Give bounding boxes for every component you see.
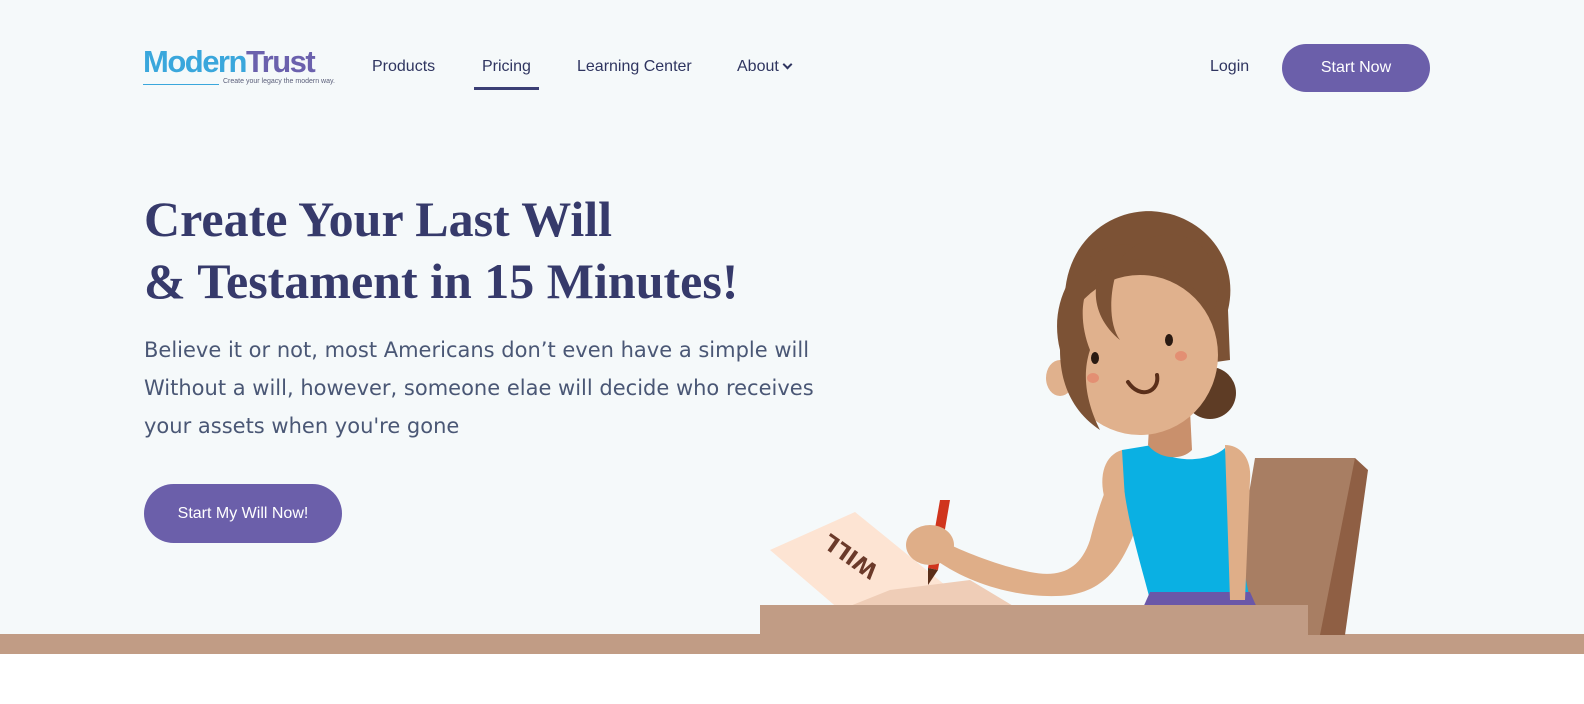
nav-learning-center[interactable]: Learning Center xyxy=(577,57,692,77)
logo-part-modern: Modern xyxy=(143,44,247,79)
desk-shape xyxy=(760,605,1308,635)
eye-icon xyxy=(1165,334,1173,346)
logo-wordmark: ModernTrust xyxy=(143,44,316,79)
nav-active-indicator xyxy=(474,87,539,90)
logo-underline xyxy=(143,84,219,85)
logo-part-trust: Trust xyxy=(245,44,316,79)
nav-about[interactable]: About xyxy=(737,57,793,77)
nav-products[interactable]: Products xyxy=(372,57,435,77)
login-link[interactable]: Login xyxy=(1210,58,1249,76)
hero-title: Create Your Last Will & Testament in 15 … xyxy=(144,188,738,312)
brand-logo[interactable]: ModernTrust Create your legacy the moder… xyxy=(143,45,353,93)
chevron-down-icon xyxy=(782,59,793,70)
hero-title-line2: & Testament in 15 Minutes! xyxy=(144,253,739,309)
start-my-will-button[interactable]: Start My Will Now! xyxy=(144,484,342,543)
hero-title-line1: Create Your Last Will xyxy=(144,191,613,247)
logo-tagline: Create your legacy the modern way. xyxy=(223,78,335,85)
nav-pricing[interactable]: Pricing xyxy=(482,57,531,77)
start-now-button[interactable]: Start Now xyxy=(1282,44,1430,92)
eye-icon xyxy=(1091,352,1099,364)
nav-about-label: About xyxy=(737,58,779,75)
woman-writing-will-illustration: WILL xyxy=(760,211,1368,635)
